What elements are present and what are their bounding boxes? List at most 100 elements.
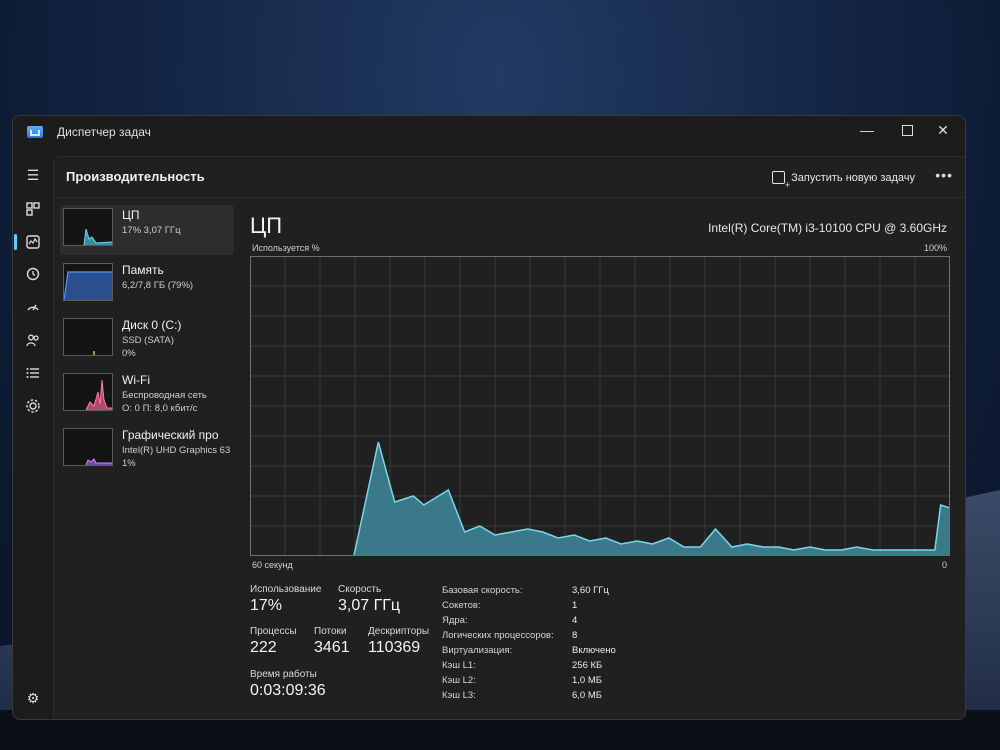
spec-row: Кэш L1: 256 КБ <box>442 660 672 675</box>
stat-speed: Скорость 3,07 ГГц <box>338 584 400 615</box>
stat-processes: Процессы 222 <box>250 626 297 657</box>
spec-value: 256 КБ <box>572 660 603 671</box>
cpu-usage-graph <box>250 256 950 556</box>
cpu-model: Intel(R) Core(TM) i3-10100 CPU @ 3.60GHz <box>708 221 947 235</box>
speed-label: Скорость <box>338 584 382 595</box>
device-name: ЦП <box>122 208 140 222</box>
utilization-axis-label: Используется % <box>252 243 320 253</box>
device-subtitle: Intel(R) UHD Graphics 63 <box>122 445 231 456</box>
settings-gear-icon[interactable]: ⚙ <box>22 687 44 709</box>
spec-row: Ядра: 4 <box>442 615 672 630</box>
spec-key: Логических процессоров: <box>442 630 554 641</box>
device-item-cpu[interactable]: ЦП 17% 3,07 ГГц <box>60 205 234 255</box>
cpu-heading: ЦП <box>250 213 283 238</box>
spec-row: Кэш L3: 6,0 МБ <box>442 690 672 705</box>
threads-label: Потоки <box>314 626 347 637</box>
processes-icon[interactable] <box>22 198 44 220</box>
device-name: Графический про <box>122 428 219 442</box>
spec-row: Базовая скорость: 3,60 ГГц <box>442 585 672 600</box>
spec-value: 8 <box>572 630 578 641</box>
task-manager-icon <box>27 126 43 138</box>
device-subtitle-2: О: 0 П: 8,0 кбит/с <box>122 403 198 414</box>
spec-value: 1 <box>572 600 578 611</box>
run-task-label: Запустить новую задачу <box>791 171 915 184</box>
spec-key: Кэш L2: <box>442 675 476 686</box>
device-name: Диск 0 (C:) <box>122 318 182 332</box>
run-task-icon <box>772 171 790 190</box>
y-min-label: 0 <box>941 560 947 570</box>
spec-value: 3,60 ГГц <box>572 585 609 596</box>
close-button[interactable]: ✕ <box>925 116 961 144</box>
processes-value: 222 <box>250 639 277 656</box>
spec-value: 1,0 МБ <box>572 675 602 686</box>
spec-value: Включено <box>572 645 616 656</box>
more-options-button[interactable]: ••• <box>935 167 953 183</box>
nav-rail: ☰ ⚙ <box>13 156 53 719</box>
services-icon[interactable] <box>22 395 44 417</box>
device-item-wifi[interactable]: Wi-Fi Беспроводная сеть О: 0 П: 8,0 кбит… <box>60 370 234 420</box>
spec-row: Сокетов: 1 <box>442 600 672 615</box>
maximize-button[interactable] <box>889 116 925 144</box>
usage-value: 17% <box>250 597 283 614</box>
title-bar[interactable]: Диспетчер задач — ✕ <box>13 116 965 148</box>
device-subtitle: SSD (SATA) <box>122 335 174 346</box>
hamburger-menu-icon[interactable]: ☰ <box>22 164 44 186</box>
speed-value: 3,07 ГГц <box>338 597 401 614</box>
spec-row: Виртуализация: Включено <box>442 645 672 660</box>
gpu-thumbnail <box>63 428 113 466</box>
device-item-memory[interactable]: Память 6,2/7,8 ГБ (79%) <box>60 260 234 310</box>
stat-threads: Потоки 3461 <box>314 626 350 657</box>
device-item-gpu[interactable]: Графический про Intel(R) UHD Graphics 63… <box>60 425 234 475</box>
spec-value: 6,0 МБ <box>572 690 602 701</box>
device-subtitle: 6,2/7,8 ГБ (79%) <box>122 280 194 291</box>
device-name: Память <box>122 263 164 277</box>
spec-row: Логических процессоров: 8 <box>442 630 672 645</box>
uptime-value: 0:03:09:36 <box>250 682 326 699</box>
performance-panel: Производительность Запустить новую задач… <box>53 156 965 719</box>
wifi-thumbnail <box>63 373 113 411</box>
device-name: Wi-Fi <box>122 373 150 387</box>
y-max-label: 100% <box>923 243 947 253</box>
stat-uptime: Время работы 0:03:09:36 <box>250 669 326 700</box>
users-icon[interactable] <box>22 329 44 351</box>
uptime-label: Время работы <box>250 669 317 680</box>
stat-usage: Использование 17% <box>250 584 321 615</box>
window-title: Диспетчер задач <box>57 125 151 139</box>
device-subtitle: Беспроводная сеть <box>122 390 207 401</box>
device-item-disk[interactable]: Диск 0 (C:) SSD (SATA) 0% <box>60 315 234 365</box>
spec-key: Базовая скорость: <box>442 585 523 596</box>
handles-value: 110369 <box>368 639 421 656</box>
run-new-task-button[interactable]: Запустить новую задачу <box>772 171 915 190</box>
spec-value: 4 <box>572 615 578 626</box>
spec-key: Виртуализация: <box>442 645 513 656</box>
spec-row: Кэш L2: 1,0 МБ <box>442 675 672 690</box>
usage-label: Использование <box>250 584 322 595</box>
spec-key: Кэш L1: <box>442 660 476 671</box>
page-title: Производительность <box>66 169 205 184</box>
app-history-icon[interactable] <box>22 263 44 285</box>
memory-thumbnail <box>63 263 113 301</box>
task-manager-window: Диспетчер задач — ✕ ☰ ⚙ Производительнос… <box>12 115 966 720</box>
cpu-thumbnail <box>63 208 113 246</box>
startup-apps-icon[interactable] <box>22 296 44 318</box>
handles-label: Дескрипторы <box>368 626 430 637</box>
spec-key: Ядра: <box>442 615 468 626</box>
device-list: ЦП 17% 3,07 ГГц Память 6,2/7,8 ГБ (79%) … <box>60 205 234 480</box>
cpu-specs: Базовая скорость: 3,60 ГГц Сокетов: 1 Ядра: 4… <box>442 585 672 705</box>
spec-key: Кэш L3: <box>442 690 476 701</box>
device-subtitle-2: 0% <box>122 348 136 359</box>
stat-handles: Дескрипторы 110369 <box>368 626 429 657</box>
x-axis-time-label: 60 секунд <box>252 560 293 570</box>
device-subtitle-2: 1% <box>122 458 136 469</box>
maximize-icon <box>901 124 913 136</box>
active-indicator <box>14 234 17 250</box>
header-divider <box>54 197 965 198</box>
disk-thumbnail <box>63 318 113 356</box>
minimize-button[interactable]: — <box>849 116 885 144</box>
details-icon[interactable] <box>22 362 44 384</box>
threads-value: 3461 <box>314 639 350 656</box>
processes-label: Процессы <box>250 626 297 637</box>
device-subtitle: 17% 3,07 ГГц <box>122 225 181 236</box>
performance-icon[interactable] <box>22 231 44 253</box>
spec-key: Сокетов: <box>442 600 481 611</box>
